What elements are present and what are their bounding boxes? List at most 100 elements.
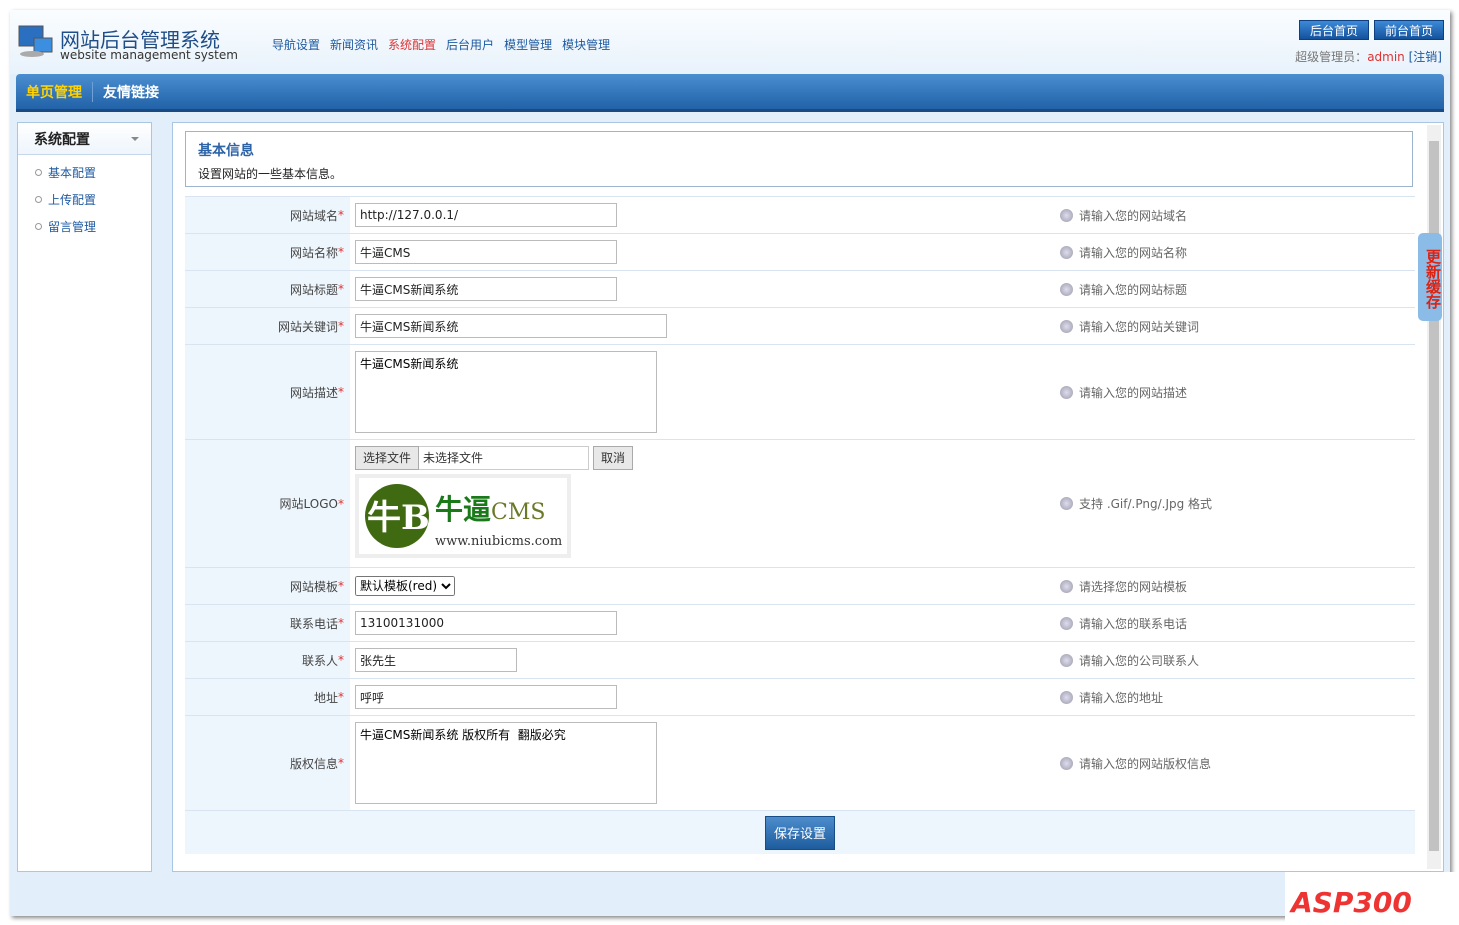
header: 网站后台管理系统 website management system 导航设置 … — [10, 10, 1450, 74]
row-title: 网站标题* 请输入您的网站标题 — [185, 271, 1415, 308]
label: 地址 — [313, 690, 338, 705]
choose-file-button[interactable]: 选择文件 — [355, 446, 420, 470]
sidebar: 系统配置 基本配置 上传配置 留言管理 — [17, 122, 152, 872]
label: 网站域名 — [289, 208, 338, 223]
label: 联系人 — [301, 653, 338, 668]
row-phone: 联系电话* 请输入您的联系电话 — [185, 605, 1415, 642]
domain-input[interactable] — [355, 203, 617, 227]
row-keywords: 网站关键词* 请输入您的网站关键词 — [185, 308, 1415, 345]
nav-system-config[interactable]: 系统配置 — [388, 36, 436, 53]
info-icon — [1060, 616, 1073, 630]
hint: 请输入您的网站标题 — [1079, 282, 1188, 297]
required-mark: * — [338, 208, 344, 222]
app-frame: 网站后台管理系统 website management system 导航设置 … — [10, 10, 1450, 916]
site-name-input[interactable] — [355, 240, 617, 264]
row-domain: 网站域名* 请输入您的网站域名 — [185, 197, 1415, 234]
required-mark: * — [338, 319, 344, 333]
sidebar-item-messages[interactable]: 留言管理 — [18, 213, 151, 240]
subnav-single-page[interactable]: 单页管理 — [16, 81, 93, 102]
main-panel: 基本信息 设置网站的一些基本信息。 网站域名*请输入您的网站域名 网站名称*请输… — [172, 122, 1444, 872]
info-icon — [1060, 756, 1073, 770]
info-box: 基本信息 设置网站的一些基本信息。 — [185, 131, 1413, 187]
contact-input[interactable] — [355, 648, 517, 672]
settings-form: 网站域名*请输入您的网站域名 网站名称*请输入您的网站名称 网站标题*请输入您的… — [185, 196, 1415, 854]
row-address: 地址* 请输入您的地址 — [185, 679, 1415, 716]
caret-down-icon — [131, 137, 139, 145]
template-select[interactable]: 默认模板(red) — [355, 576, 455, 596]
hint: 请输入您的网站域名 — [1079, 208, 1188, 223]
nav-modules[interactable]: 模块管理 — [562, 36, 610, 53]
user-info: 超级管理员：admin [注销] — [1295, 48, 1442, 65]
hint: 支持 .Gif/.Png/.Jpg 格式 — [1079, 497, 1213, 511]
info-icon — [1060, 497, 1073, 510]
keywords-input[interactable] — [355, 314, 667, 338]
logo-url: www.niubicms.com — [435, 534, 563, 549]
site-title-input[interactable] — [355, 277, 617, 301]
row-copyright: 版权信息 * 牛逼CMS新闻系统 版权所有 翻版必究 请输入您的网站版权信息 — [185, 716, 1415, 811]
info-icon — [1060, 245, 1073, 259]
site-subtitle: website management system — [60, 48, 238, 62]
role-label: 超级管理员： — [1295, 50, 1368, 64]
hint: 请选择您的网站模板 — [1079, 579, 1188, 594]
file-name: 未选择文件 — [419, 446, 590, 470]
label: 网站名称 — [289, 245, 338, 260]
description-textarea[interactable]: 牛逼CMS新闻系统 — [355, 351, 657, 433]
label: 版权信息 — [289, 756, 338, 771]
hint: 请输入您的网站关键词 — [1079, 319, 1200, 334]
row-name: 网站名称* 请输入您的网站名称 — [185, 234, 1415, 271]
required-mark: * — [338, 282, 344, 296]
sidebar-item-basic[interactable]: 基本配置 — [18, 159, 151, 186]
subnav-links[interactable]: 友情链接 — [93, 82, 169, 102]
top-nav: 导航设置 新闻资讯 系统配置 后台用户 模型管理 模块管理 — [272, 36, 610, 53]
sub-nav: 单页管理 友情链接 — [16, 74, 1444, 112]
nav-news[interactable]: 新闻资讯 — [330, 36, 378, 53]
hint: 请输入您的网站名称 — [1079, 245, 1188, 260]
label: 网站标题 — [289, 282, 338, 297]
cancel-button[interactable]: 取消 — [593, 446, 634, 470]
sidebar-title: 系统配置 — [34, 132, 90, 148]
address-input[interactable] — [355, 685, 617, 709]
save-settings-button[interactable]: 保存设置 — [764, 815, 835, 850]
admin-home-button[interactable]: 后台首页 — [1299, 20, 1370, 40]
username: admin — [1367, 50, 1405, 64]
label: 网站模板 — [289, 579, 338, 594]
label: 联系电话 — [289, 616, 338, 631]
row-description: 网站描述 * 牛逼CMS新闻系统 请输入您的网站描述 — [185, 345, 1415, 440]
computer-logo-icon — [18, 25, 53, 57]
info-desc: 设置网站的一些基本信息。 — [198, 167, 343, 181]
logout-link[interactable]: [注销] — [1409, 50, 1442, 64]
required-mark: * — [338, 579, 344, 593]
label: 网站描述 — [289, 385, 338, 400]
button-row: 保存设置 — [185, 811, 1415, 854]
logo-preview: 牛B 牛逼CMS www.niubicms.com — [355, 474, 571, 558]
required-mark: * — [338, 690, 344, 704]
sidebar-header[interactable]: 系统配置 — [18, 123, 151, 155]
info-icon — [1060, 653, 1073, 667]
update-cache-button[interactable]: 更新缓存 — [1418, 233, 1442, 321]
label: 网站LOGO — [279, 497, 338, 511]
hint: 请输入您的联系电话 — [1079, 616, 1188, 631]
copyright-textarea[interactable]: 牛逼CMS新闻系统 版权所有 翻版必究 — [355, 722, 657, 804]
nav-models[interactable]: 模型管理 — [504, 36, 552, 53]
hint: 请输入您的地址 — [1079, 690, 1164, 705]
required-mark: * — [338, 496, 344, 511]
sidebar-item-upload[interactable]: 上传配置 — [18, 186, 151, 213]
hint: 请输入您的网站描述 — [1079, 385, 1188, 400]
info-icon — [1060, 579, 1073, 593]
required-mark: * — [338, 756, 344, 770]
row-contact: 联系人* 请输入您的公司联系人 — [185, 642, 1415, 679]
info-icon — [1060, 208, 1073, 222]
required-mark: * — [338, 616, 344, 630]
front-home-button[interactable]: 前台首页 — [1374, 20, 1445, 40]
required-mark: * — [338, 245, 344, 259]
info-icon — [1060, 690, 1073, 704]
required-mark: * — [338, 653, 344, 667]
row-logo: 网站LOGO * 选择文件 未选择文件 取消 牛B 牛逼CMS www.niubicm… — [185, 440, 1415, 568]
nav-nav-settings[interactable]: 导航设置 — [272, 36, 320, 53]
hint: 请输入您的公司联系人 — [1079, 653, 1200, 668]
info-title: 基本信息 — [198, 143, 254, 159]
required-mark: * — [338, 385, 344, 399]
phone-input[interactable] — [355, 611, 617, 635]
hint: 请输入您的网站版权信息 — [1079, 756, 1212, 771]
nav-admin-users[interactable]: 后台用户 — [446, 36, 494, 53]
